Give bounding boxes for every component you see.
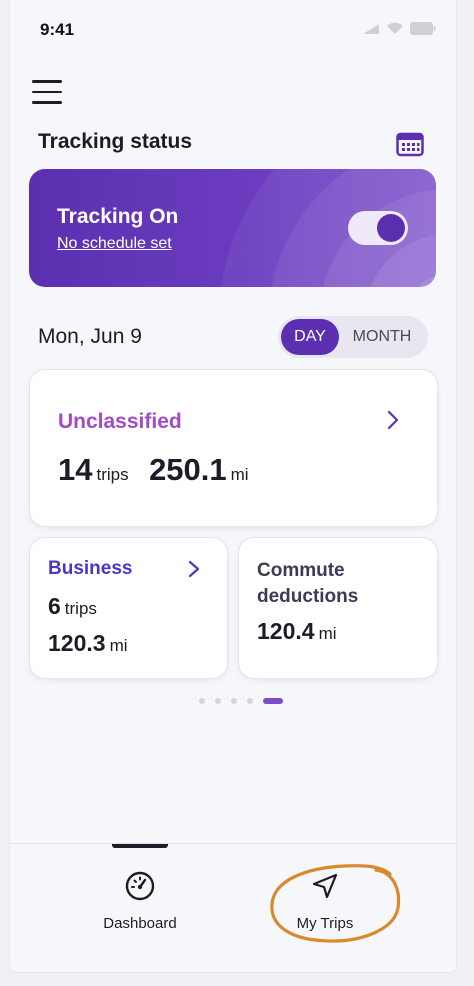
page-dot[interactable] (247, 698, 253, 704)
business-trips-unit: trips (64, 599, 97, 618)
business-distance: 120.3 mi (48, 630, 128, 657)
day-option[interactable]: DAY (281, 319, 339, 355)
page-dot[interactable] (199, 698, 205, 704)
wifi-icon (387, 22, 403, 34)
unclassified-stats: 14 trips 250.1 mi (58, 452, 249, 488)
speedometer-icon (125, 871, 155, 901)
unclassified-distance: 250.1 (149, 452, 227, 487)
month-option[interactable]: MONTH (339, 319, 425, 355)
date-label: Mon, Jun 9 (38, 325, 142, 348)
business-title: Business (48, 558, 133, 579)
tracking-card: Tracking On No schedule set (29, 169, 436, 287)
menu-icon[interactable] (32, 80, 62, 106)
business-distance-unit: mi (109, 636, 128, 655)
commute-card: Commute deductions 120.4 mi (238, 537, 438, 679)
tab-dashboard-label: Dashboard (103, 915, 177, 932)
tab-my-trips-label: My Trips (296, 915, 354, 932)
unclassified-trips-unit: trips (96, 465, 129, 484)
page-dot-active[interactable] (263, 698, 283, 704)
schedule-link[interactable]: No schedule set (57, 235, 172, 253)
commute-title-line2: deductions (257, 586, 359, 607)
business-trips: 6 trips (48, 593, 97, 620)
signal-icon (363, 23, 379, 34)
toggle-knob (377, 214, 405, 242)
tab-bar: Dashboard My Trips (10, 843, 456, 972)
commute-distance-unit: mi (318, 624, 337, 643)
commute-distance: 120.4 mi (257, 618, 337, 645)
tracking-status-title: Tracking status (38, 130, 193, 153)
unclassified-trips-count: 14 (58, 452, 93, 487)
business-trips-count: 6 (48, 593, 61, 619)
business-card[interactable]: Business 6 trips 120.3 mi (29, 537, 228, 679)
unclassified-distance-unit: mi (230, 465, 249, 484)
unclassified-title: Unclassified (58, 410, 182, 433)
page-dot[interactable] (231, 698, 237, 704)
commute-title-line1: Commute (257, 560, 345, 581)
navigation-arrow-icon (312, 873, 338, 899)
status-time: 9:41 (40, 20, 75, 39)
page-indicator (199, 698, 283, 704)
commute-title: Commute deductions (257, 558, 358, 610)
tracking-toggle[interactable] (348, 211, 408, 245)
business-distance-value: 120.3 (48, 630, 106, 656)
tab-my-trips[interactable]: My Trips (265, 870, 385, 932)
calendar-icon[interactable] (396, 131, 424, 157)
phone-screen: 9:41 Tracking status Tracking On No sche… (9, 0, 457, 973)
unclassified-card[interactable]: Unclassified 14 trips 250.1 mi (29, 369, 438, 527)
chevron-right-icon (188, 560, 200, 578)
tracking-title: Tracking On (57, 205, 179, 228)
period-toggle: DAY MONTH (278, 316, 428, 358)
page-dot[interactable] (215, 698, 221, 704)
tab-dashboard[interactable]: Dashboard (80, 870, 200, 932)
commute-distance-value: 120.4 (257, 618, 315, 644)
status-bar: 9:41 (10, 0, 456, 60)
status-icons (362, 22, 436, 35)
chevron-right-icon (387, 410, 399, 430)
battery-icon (410, 22, 436, 35)
active-tab-indicator (112, 844, 168, 848)
